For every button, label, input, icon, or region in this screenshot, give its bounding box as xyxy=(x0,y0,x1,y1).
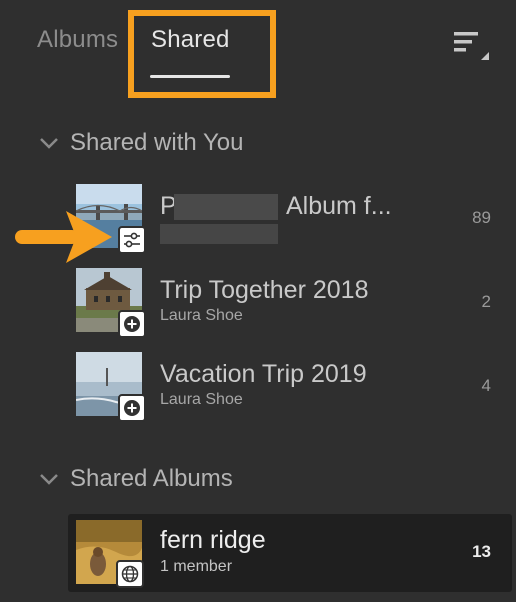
album-count: 2 xyxy=(481,292,491,311)
globe-icon xyxy=(116,560,144,588)
tab-albums[interactable]: Albums xyxy=(37,26,118,54)
album-title: Vacation Trip 2019 xyxy=(160,360,367,388)
annotation-highlight-box xyxy=(128,10,276,98)
album-title-suffix: Album f... xyxy=(286,192,392,220)
album-count: 4 xyxy=(481,376,491,395)
album-count: 89 xyxy=(472,208,491,227)
sliders-icon xyxy=(118,226,146,254)
album-count: 13 xyxy=(472,542,491,561)
album-title: fern ridge xyxy=(160,526,266,554)
album-row[interactable]: Vacation Trip 2019 Laura Shoe 4 xyxy=(0,350,516,426)
plus-circle-icon xyxy=(118,310,146,338)
redaction-block xyxy=(174,194,278,220)
annotation-arrow-icon xyxy=(14,205,114,269)
section-shared-with-you[interactable]: Shared with You xyxy=(38,128,243,158)
section-title: Shared with You xyxy=(70,129,244,156)
album-members: 1 member xyxy=(160,558,233,575)
sort-icon[interactable] xyxy=(452,30,492,62)
chevron-down-icon xyxy=(40,138,58,149)
section-shared-albums[interactable]: Shared Albums xyxy=(38,464,233,494)
shared-panel: Albums Shared Shared with You P Album f.… xyxy=(0,0,516,602)
plus-circle-icon xyxy=(118,394,146,422)
redaction-block xyxy=(160,224,278,244)
album-owner: Laura Shoe xyxy=(160,391,243,408)
album-row[interactable]: Trip Together 2018 Laura Shoe 2 xyxy=(0,266,516,342)
section-title: Shared Albums xyxy=(70,465,233,492)
album-title: Trip Together 2018 xyxy=(160,276,369,304)
album-owner: Laura Shoe xyxy=(160,307,243,324)
album-row-selected[interactable]: fern ridge 1 member 13 xyxy=(68,514,512,592)
chevron-down-icon xyxy=(40,474,58,485)
